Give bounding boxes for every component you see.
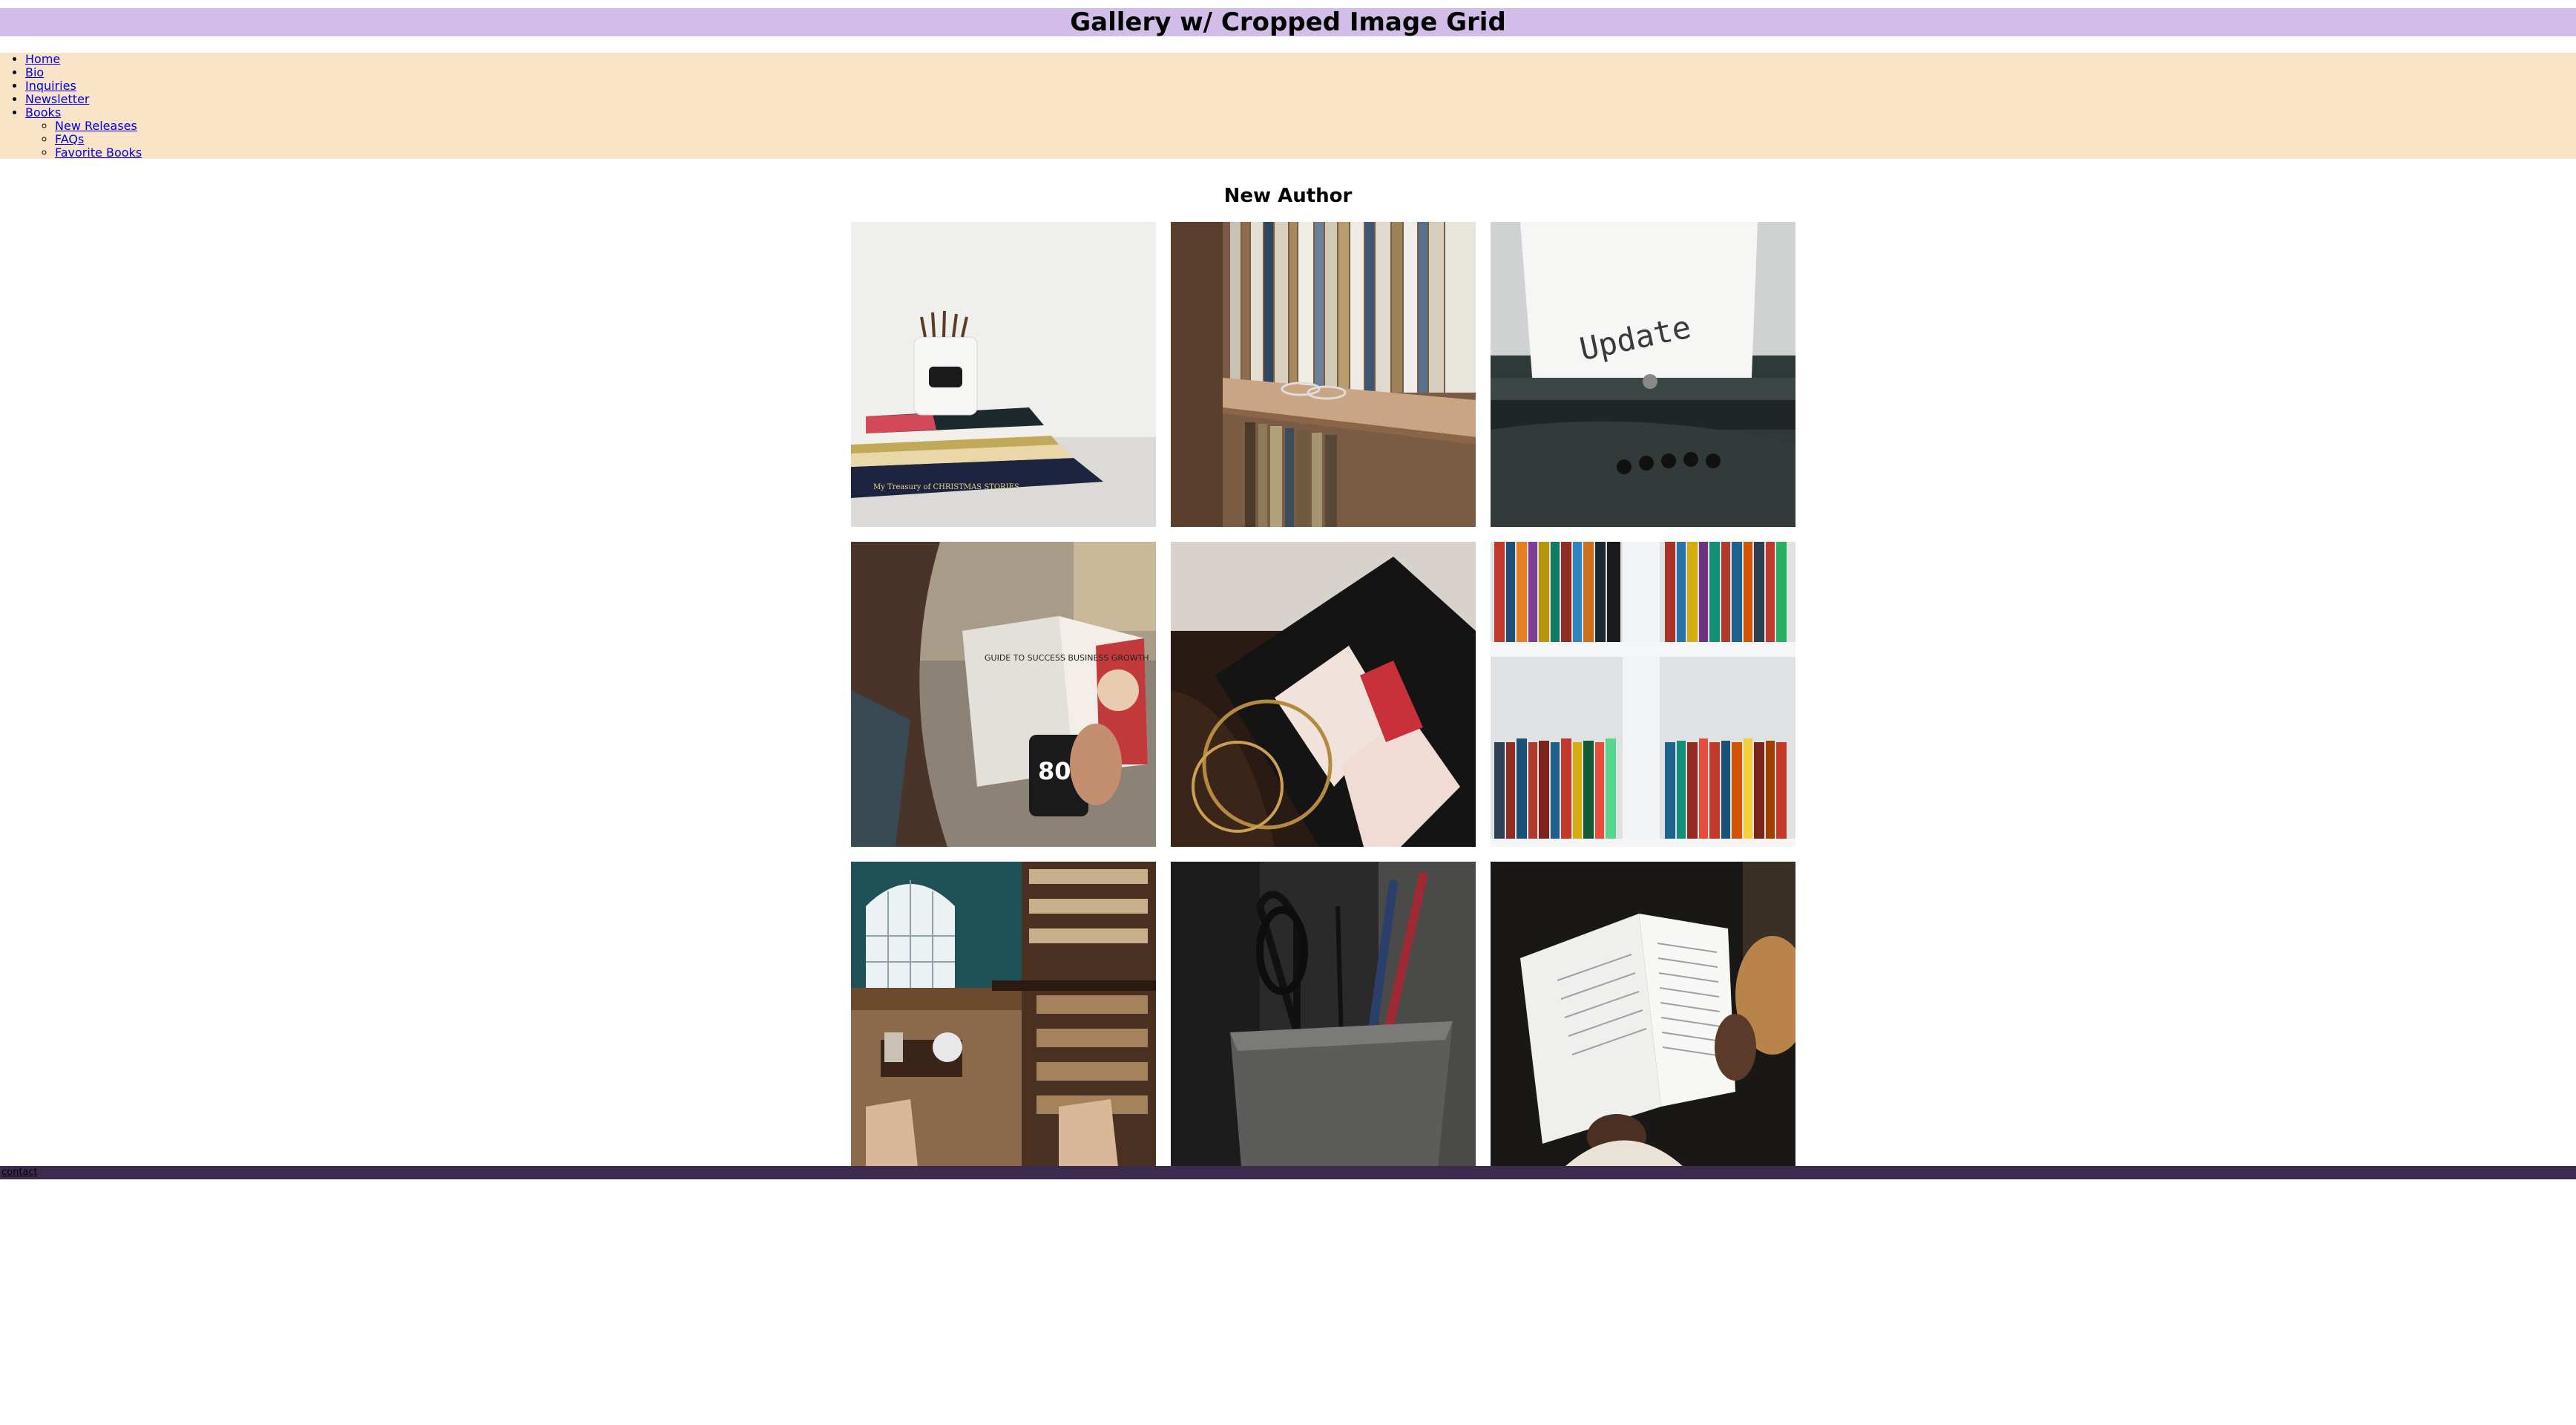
gallery-viewport: My Treasury of CHRISTMAS STORIES Update … <box>851 222 1796 1166</box>
author-heading: New Author <box>1223 185 1353 207</box>
bookshelf-photo <box>1171 222 1476 527</box>
business-book-photo: GUIDE TO SUCCESS BUSINESS GROWTH 80 20 <box>851 542 1156 847</box>
nav-link-newsletter[interactable]: Newsletter <box>25 92 90 106</box>
gallery-image-reading[interactable] <box>1491 862 1795 1166</box>
reading-photo <box>1491 862 1795 1166</box>
gallery-image-library[interactable] <box>851 862 1156 1166</box>
books-submenu: New Releases FAQs Favorite Books <box>25 119 142 160</box>
nav-item-newsletter: Newsletter <box>25 93 142 106</box>
nav-link-home[interactable]: Home <box>25 52 60 66</box>
page-footer: contact <box>0 1166 2576 1179</box>
gallery-image-colorful-shelf[interactable] <box>1491 542 1795 847</box>
gallery-image-bookshelf-glasses[interactable] <box>1171 222 1476 527</box>
nav-item-home: Home <box>25 53 142 66</box>
nav-subitem-new-releases: New Releases <box>55 119 142 133</box>
nav-link-inquiries[interactable]: Inquiries <box>25 79 76 93</box>
svg-text:GUIDE TO SUCCESS BUSINESS GROW: GUIDE TO SUCCESS BUSINESS GROWTH <box>985 653 1149 663</box>
nav-item-books: Books New Releases FAQs Favorite Books <box>25 106 142 160</box>
nav-item-bio: Bio <box>25 66 142 79</box>
gallery-image-typewriter[interactable]: Update <box>1491 222 1795 527</box>
gallery-image-business-book[interactable]: GUIDE TO SUCCESS BUSINESS GROWTH 80 20 <box>851 542 1156 847</box>
nav-item-inquiries: Inquiries <box>25 79 142 93</box>
nav-subitem-faqs: FAQs <box>55 133 142 146</box>
gallery-image-pencil-jar[interactable]: My Treasury of CHRISTMAS STORIES <box>851 222 1156 527</box>
nav-link-books[interactable]: Books <box>25 105 61 119</box>
pencil-jar-photo: My Treasury of CHRISTMAS STORIES <box>851 222 1156 527</box>
image-gallery: My Treasury of CHRISTMAS STORIES Update … <box>851 222 1796 1166</box>
library-photo <box>851 862 1156 1166</box>
nav-link-favorite-books[interactable]: Favorite Books <box>55 145 142 160</box>
nav-link-faqs[interactable]: FAQs <box>55 132 84 146</box>
gallery-image-novel-cover[interactable] <box>1171 542 1476 847</box>
site-nav: Home Bio Inquiries Newsletter Books New … <box>0 53 2576 160</box>
page-title: Gallery w/ Cropped Image Grid <box>1070 7 1506 37</box>
pens-cup-photo <box>1171 862 1476 1166</box>
svg-text:My Treasury of CHRISTMAS STORI: My Treasury of CHRISTMAS STORIES <box>873 483 1019 491</box>
colorful-shelf-photo <box>1491 542 1795 847</box>
nav-list: Home Bio Inquiries Newsletter Books New … <box>25 53 142 160</box>
novel-cover-photo <box>1171 542 1476 847</box>
nav-link-new-releases[interactable]: New Releases <box>55 119 137 133</box>
gallery-image-pens-cup[interactable] <box>1171 862 1476 1166</box>
footer-contact-link[interactable]: contact <box>1 1167 38 1179</box>
typewriter-photo: Update <box>1491 222 1795 527</box>
nav-subitem-favorite-books: Favorite Books <box>55 146 142 160</box>
page-header: Gallery w/ Cropped Image Grid <box>0 8 2576 36</box>
nav-link-bio[interactable]: Bio <box>25 65 44 79</box>
